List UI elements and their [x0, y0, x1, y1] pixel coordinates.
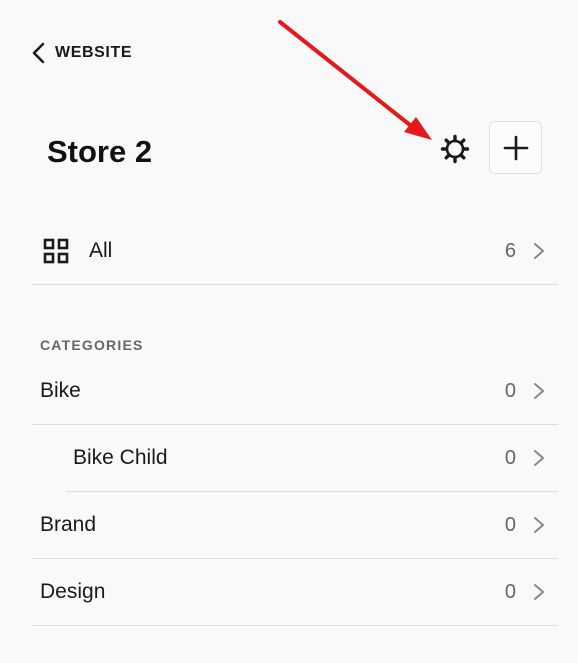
- add-button[interactable]: [489, 121, 542, 174]
- category-row[interactable]: Brand 0: [40, 505, 558, 545]
- gear-icon: [440, 134, 470, 164]
- category-count: 0: [504, 580, 516, 603]
- grid-icon: [43, 238, 69, 264]
- category-row[interactable]: Design 0: [40, 572, 558, 612]
- category-label: Bike: [40, 379, 81, 402]
- all-products-row[interactable]: All 6: [43, 231, 558, 271]
- back-link[interactable]: WEBSITE: [30, 41, 132, 65]
- subcategory-row[interactable]: Bike Child 0: [73, 438, 558, 478]
- settings-button[interactable]: [437, 131, 473, 167]
- annotation-arrow: [278, 20, 432, 140]
- chevron-left-icon: [32, 42, 45, 64]
- page-title: Store 2: [47, 134, 153, 169]
- all-count: 6: [504, 239, 516, 262]
- category-count: 0: [504, 379, 516, 402]
- category-count: 0: [504, 446, 516, 469]
- category-label: Design: [40, 580, 106, 603]
- all-label: All: [89, 239, 113, 262]
- chevron-right-icon: [534, 383, 544, 399]
- divider: [32, 558, 558, 559]
- back-label: WEBSITE: [55, 44, 133, 61]
- divider: [66, 491, 558, 492]
- category-row[interactable]: Bike 0: [40, 371, 558, 411]
- category-label: Bike Child: [73, 446, 168, 469]
- chevron-right-icon: [534, 450, 544, 466]
- section-heading: CATEGORIES: [40, 337, 144, 353]
- divider: [32, 284, 558, 285]
- category-count: 0: [504, 513, 516, 536]
- divider: [32, 625, 558, 626]
- chevron-right-icon: [534, 243, 544, 259]
- chevron-right-icon: [534, 517, 544, 533]
- divider: [32, 424, 558, 425]
- chevron-right-icon: [534, 584, 544, 600]
- category-label: Brand: [40, 513, 97, 536]
- plus-icon: [503, 135, 528, 160]
